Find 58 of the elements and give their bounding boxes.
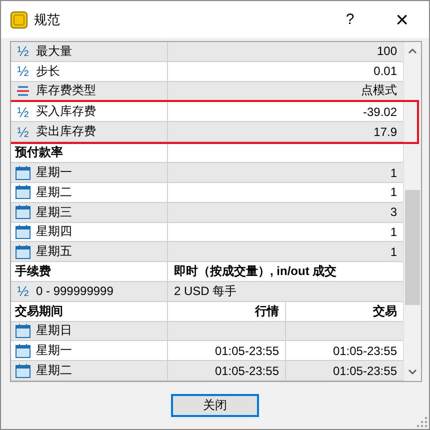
calendar-icon	[15, 205, 31, 220]
value-text: 1	[390, 166, 397, 180]
value-text: 1	[390, 185, 397, 200]
value-text: 2 USD 每手	[174, 282, 237, 300]
value-text: 1	[390, 224, 397, 239]
property-label: 星期一	[36, 342, 72, 360]
value-text: -39.02	[362, 104, 397, 119]
section-header: 预付款率	[15, 144, 63, 162]
fraction-icon: ½	[15, 104, 31, 120]
property-label: 库存费类型	[36, 82, 96, 100]
list-icon	[15, 84, 31, 98]
property-label: 星期二	[36, 184, 72, 201]
close-dialog-button[interactable]: 关闭	[171, 394, 259, 417]
value-text: 3	[390, 205, 397, 220]
app-icon	[10, 10, 28, 28]
property-label: 星期四	[36, 223, 72, 240]
property-label: 步长	[36, 62, 60, 80]
property-label: 最大量	[36, 42, 72, 60]
property-label: 星期三	[36, 204, 72, 221]
value-text: 01:05-23:55	[332, 344, 397, 358]
value-text: 01:05-23:55	[332, 364, 397, 378]
column-header: 即时（按成交量）, in/out 成交	[174, 263, 337, 280]
value-text: 点模式	[361, 82, 397, 100]
property-label: 卖出库存费	[36, 123, 96, 140]
section-header: 交易期间	[15, 302, 63, 320]
calendar-icon	[15, 364, 31, 378]
property-label: 星期一	[36, 164, 72, 182]
property-label: 星期日	[36, 322, 72, 340]
calendar-icon	[15, 166, 31, 180]
calendar-icon	[15, 344, 31, 358]
calendar-icon	[15, 244, 31, 259]
resize-grip-icon[interactable]	[417, 417, 427, 427]
calendar-icon	[15, 324, 31, 338]
calendar-icon	[15, 224, 31, 239]
column-header: 交易	[373, 302, 397, 320]
property-label: 星期二	[36, 362, 72, 380]
value-text: 0.01	[374, 64, 397, 78]
scroll-down-icon[interactable]	[408, 369, 417, 375]
fraction-icon: ½	[15, 124, 31, 140]
value-text: 01:05-23:55	[214, 344, 279, 358]
section-header: 手续费	[15, 263, 51, 280]
fraction-icon: ½	[15, 63, 31, 80]
fraction-icon: ½	[15, 283, 31, 300]
property-label: 0 - 999999999	[36, 284, 114, 298]
scroll-up-icon[interactable]	[408, 48, 417, 54]
close-button[interactable]: ×	[379, 4, 425, 34]
property-label: 星期五	[36, 243, 72, 260]
fraction-icon: ½	[15, 43, 31, 60]
scrollbar[interactable]	[403, 42, 421, 381]
value-text: 1	[390, 244, 397, 259]
calendar-icon	[15, 185, 31, 200]
value-text: 100	[376, 44, 397, 58]
value-text: 17.9	[374, 124, 397, 139]
column-header: 行情	[255, 302, 279, 320]
window-title: 规范	[34, 10, 61, 28]
value-text: 01:05-23:55	[214, 364, 279, 378]
help-button[interactable]: ?	[327, 4, 373, 34]
property-label: 买入库存费	[36, 103, 96, 120]
